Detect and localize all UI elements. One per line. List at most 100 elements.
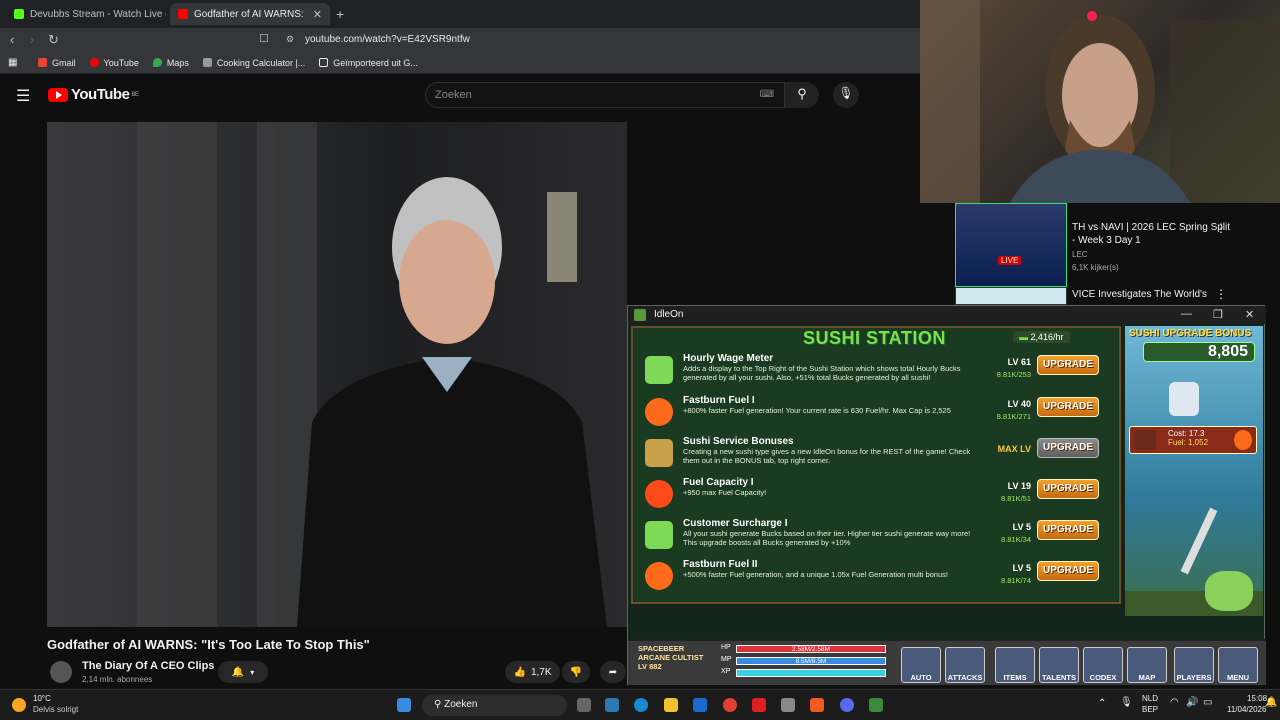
subscribed-button[interactable]: 🔔 ▾ [218,661,268,683]
back-icon[interactable]: ‹ [10,32,14,47]
reload-icon[interactable]: ↻ [48,32,59,48]
fish-bottle-icon[interactable] [1169,382,1199,416]
keyboard-icon[interactable]: ⌨ [760,89,774,100]
youtube-masthead: ☰ YouTube BE Zoeken ⌨ ⚲ 🎙 [0,74,920,120]
cost-box[interactable]: Cost: 17.3 Fuel: 1,052 [1129,426,1257,454]
more-options-icon[interactable]: ⋮ [1215,221,1227,235]
idleon-taskbar-icon[interactable] [869,698,883,712]
wifi-icon[interactable]: ◠ [1170,697,1179,708]
upgrade-button[interactable]: UPGRADE [1037,438,1099,458]
bonus-title: SUSHI UPGRADE BONUS [1129,328,1252,339]
sidebar-item-vice[interactable]: VICE Investigates The World's ⋮ [955,287,1255,305]
bookmark-youtube[interactable]: YouTube [89,57,139,68]
taskbar-search[interactable]: ⚲ Zoeken [422,695,567,716]
windows-start-icon[interactable] [397,698,411,712]
bookmark-gmail[interactable]: Gmail [38,58,76,68]
language-code[interactable]: NLD [1142,694,1158,703]
search-button[interactable]: ⚲ [785,82,819,108]
calculator-icon[interactable] [781,698,795,712]
upgrade-button[interactable]: UPGRADE [1037,561,1099,581]
players-button[interactable]: PLAYERS [1174,647,1214,683]
upgrade-button[interactable]: UPGRADE [1037,479,1099,499]
upgrade-level: LV 61 [1007,357,1031,367]
url-bar[interactable]: youtube.com/watch?v=E42VSR9ntfw [305,34,470,45]
codex-button[interactable]: CODEX [1083,647,1123,683]
cash-stack-icon [645,521,673,549]
weather-icon[interactable] [12,698,26,712]
chrome-icon[interactable] [723,698,737,712]
bookmark-folder[interactable]: Geïmporteerd uit G... [319,58,418,68]
channel-name[interactable]: The Diary Of A CEO Clips [82,660,214,672]
outlook-icon[interactable] [693,698,707,712]
search-input[interactable]: Zoeken ⌨ [425,82,785,108]
close-tab-icon[interactable]: ✕ [313,8,322,21]
bookmark-maps[interactable]: Maps [152,58,189,68]
map-button[interactable]: MAP [1127,647,1167,683]
forward-icon[interactable]: › [30,32,34,47]
brave-icon[interactable] [810,698,824,712]
items-button[interactable]: ITEMS [995,647,1035,683]
apps-grid-icon[interactable]: ▦ [8,57,17,68]
battery-icon[interactable]: ▭ [1203,697,1212,708]
auto-button[interactable]: AUTO [901,647,941,683]
upgrade-button[interactable]: UPGRADE [1037,520,1099,540]
player-character[interactable] [1205,571,1253,611]
hp-bar: 2.58M/2.58M [736,645,886,653]
edge-icon[interactable] [634,698,648,712]
upgrade-row-service-bonuses: Sushi Service Bonuses Creating a new sus… [641,435,1111,473]
file-explorer-icon[interactable] [664,698,678,712]
upgrade-button[interactable]: UPGRADE [1037,397,1099,417]
bookmark-icon[interactable]: ☐ [259,32,269,45]
chevron-up-icon[interactable]: ⌃ [1098,698,1106,709]
flame-icon [645,562,673,590]
menu-button[interactable]: MENU [1218,647,1258,683]
task-view-icon[interactable] [577,698,591,712]
tab-title: Godfather of AI WARNS: "It's [194,8,304,20]
share-button[interactable]: ➦ [600,661,626,683]
bookmark-label: YouTube [103,57,139,68]
like-button[interactable]: 👍 1,7K [505,661,560,683]
xp-label: XP [721,668,731,675]
youtube-icon [178,9,188,19]
upgrade-row-fastburn-2: Fastburn Fuel II +500% faster Fuel gener… [641,558,1111,596]
dislike-button[interactable]: 👎 [562,661,590,683]
store-icon[interactable] [605,698,619,712]
menu-icon[interactable]: ☰ [16,86,30,106]
subscriber-count: 2,14 mln. abonnees [82,675,153,684]
mic-tray-icon[interactable]: 🎙 [1120,697,1133,708]
new-tab-icon[interactable]: + [336,6,344,22]
video-frame [137,122,607,627]
tab-devubbs[interactable]: Devubbs Stream - Watch Live on [6,3,166,25]
video-thumbnail[interactable] [955,287,1067,305]
upgrade-button[interactable]: UPGRADE [1037,355,1099,375]
attacks-button[interactable]: ATTACKS [945,647,985,683]
more-options-icon[interactable]: ⋮ [1215,287,1227,301]
bookmark-label: Gmail [52,57,76,68]
video-player[interactable] [47,122,627,627]
search-icon: ⚲ [797,86,807,101]
share-icon: ➦ [608,666,618,678]
volume-icon[interactable]: 🔊 [1186,697,1198,708]
voice-search-button[interactable]: 🎙 [833,82,859,108]
discord-icon[interactable] [840,698,854,712]
close-icon[interactable]: ✕ [1245,308,1254,321]
hp-label: HP [721,644,731,651]
upgrade-cost: 8.81K/34 [1000,535,1031,544]
talents-button[interactable]: TALENTS [1039,647,1079,683]
sidebar-viewers: 6,1K kijker(s) [1072,263,1119,272]
tab-title: Devubbs Stream - Watch Live on [30,8,166,20]
site-info-icon[interactable]: ⚙ [286,34,294,45]
bookmark-cooking[interactable]: Cooking Calculator |... [202,58,305,68]
youtube-app-icon[interactable] [752,698,766,712]
taskbar-search-label: Zoeken [444,699,478,710]
clock-date[interactable]: 11/04/2026 [1227,705,1266,714]
tab-youtube[interactable]: Godfather of AI WARNS: "It's ✕ [170,3,330,25]
video-thumbnail[interactable]: LIVE [955,203,1067,287]
keyboard-layout[interactable]: BEP [1142,705,1158,714]
youtube-logo[interactable]: YouTube BE [48,86,139,103]
sidebar-item-lec[interactable]: LIVE TH vs NAVI | 2026 LEC Spring Split … [955,203,1255,287]
channel-avatar[interactable] [50,661,72,683]
minimize-icon[interactable]: — [1181,308,1192,320]
notifications-icon[interactable]: 🔔 [1265,697,1277,708]
maximize-icon[interactable]: ❐ [1213,308,1223,321]
